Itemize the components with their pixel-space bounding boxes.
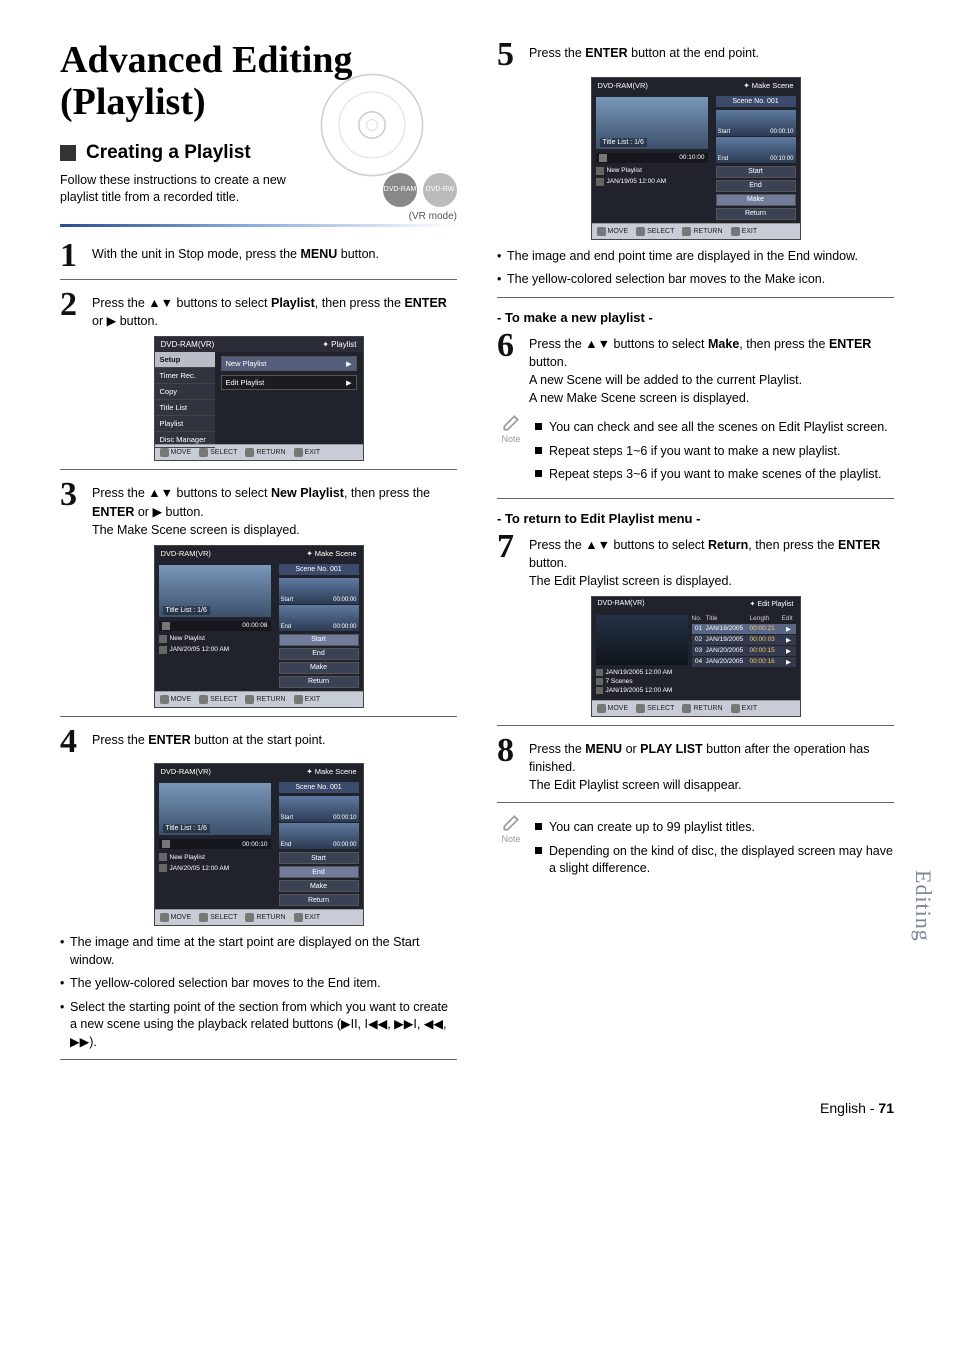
step4-bullet-3: Select the starting point of the section… [60, 999, 457, 1052]
subhead-new-playlist: - To make a new playlist - [497, 310, 894, 325]
footer-lang: English [820, 1100, 866, 1116]
step-5: 5 Press the ENTER button at the end poin… [497, 40, 894, 71]
osd-playlist-menu: DVD-RAM(VR)✦ Playlist Setup Timer Rec. C… [154, 336, 364, 461]
note2-item-2: Depending on the kind of disc, the displ… [535, 843, 894, 878]
intro-text: Follow these instructions to create a ne… [60, 172, 320, 207]
step-6: 6 Press the ▲▼ buttons to select Make, t… [497, 331, 894, 408]
osd-make-scene-2: DVD-RAM(VR)✦ Make Scene Title List : 1/6… [154, 763, 364, 926]
badge-dvd-rw: DVD-RW [423, 173, 457, 207]
step-number: 2 [60, 290, 82, 330]
title-line2: (Playlist) [60, 81, 206, 123]
step-7: 7 Press the ▲▼ buttons to select Return,… [497, 532, 894, 590]
note1-item-2: Repeat steps 1~6 if you want to make a n… [535, 443, 894, 461]
note-block-1: Note You can check and see all the scene… [497, 413, 894, 490]
note-block-2: Note You can create up to 99 playlist ti… [497, 813, 894, 884]
osd-make-scene-3: DVD-RAM(VR)✦ Make Scene Title List : 1/6… [591, 77, 801, 240]
page-footer: English - 71 [60, 1100, 894, 1116]
vr-mode-label: (VR mode) [60, 211, 457, 222]
left-column: Advanced Editing (Playlist) Creating a P… [60, 40, 457, 1070]
note-icon: Note [497, 413, 525, 444]
step-number: 1 [60, 241, 82, 272]
title-line1: Advanced Editing [60, 39, 352, 81]
note2-item-1: You can create up to 99 playlist titles. [535, 819, 894, 837]
step-2: 2 Press the ▲▼ buttons to select Playlis… [60, 290, 457, 330]
square-bullet-icon [60, 145, 76, 161]
note-icon: Note [497, 813, 525, 844]
step-3: 3 Press the ▲▼ buttons to select New Pla… [60, 480, 457, 538]
osd-make-scene-1: DVD-RAM(VR)✦ Make Scene Title List : 1/6… [154, 545, 364, 708]
gradient-rule [60, 224, 457, 227]
step-number: 3 [60, 480, 82, 538]
side-tab-editing: Editing [910, 870, 936, 942]
osd-opt-edit-playlist: Edit Playlist▶ [221, 375, 357, 390]
osd-side-setup: Setup [155, 352, 215, 368]
step-4: 4 Press the ENTER button at the start po… [60, 727, 457, 758]
note1-item-1: You can check and see all the scenes on … [535, 419, 894, 437]
step4-bullet-1: The image and time at the start point ar… [60, 934, 457, 969]
step-number: 4 [60, 727, 82, 758]
note1-item-3: Repeat steps 3~6 if you want to make sce… [535, 466, 894, 484]
step-8: 8 Press the MENU or PLAY LIST button aft… [497, 736, 894, 794]
section-title: Creating a Playlist [86, 142, 251, 164]
footer-page: 71 [878, 1100, 894, 1116]
step-number: 7 [497, 532, 519, 590]
step5-bullet-1: The image and end point time are display… [497, 248, 894, 266]
osd-side-timer: Timer Rec. [155, 368, 215, 384]
osd-opt-new-playlist: New Playlist▶ [221, 356, 357, 371]
osd-side-copy: Copy [155, 384, 215, 400]
osd-side-discmgr: Disc Manager [155, 432, 215, 448]
osd-side-titlelist: Title List [155, 400, 215, 416]
right-column: 5 Press the ENTER button at the end poin… [497, 40, 894, 1070]
osd-edit-playlist: DVD-RAM(VR)✦ Edit Playlist JAN/19/2005 1… [591, 596, 801, 717]
step-number: 8 [497, 736, 519, 794]
step-1: 1 With the unit in Stop mode, press the … [60, 241, 457, 272]
step4-bullet-2: The yellow-colored selection bar moves t… [60, 975, 457, 993]
step5-bullet-2: The yellow-colored selection bar moves t… [497, 271, 894, 289]
subhead-return: - To return to Edit Playlist menu - [497, 511, 894, 526]
step-number: 6 [497, 331, 519, 408]
main-title: Advanced Editing (Playlist) [60, 40, 457, 124]
step-number: 5 [497, 40, 519, 71]
disc-art-icon [317, 70, 427, 180]
osd-side-playlist: Playlist [155, 416, 215, 432]
